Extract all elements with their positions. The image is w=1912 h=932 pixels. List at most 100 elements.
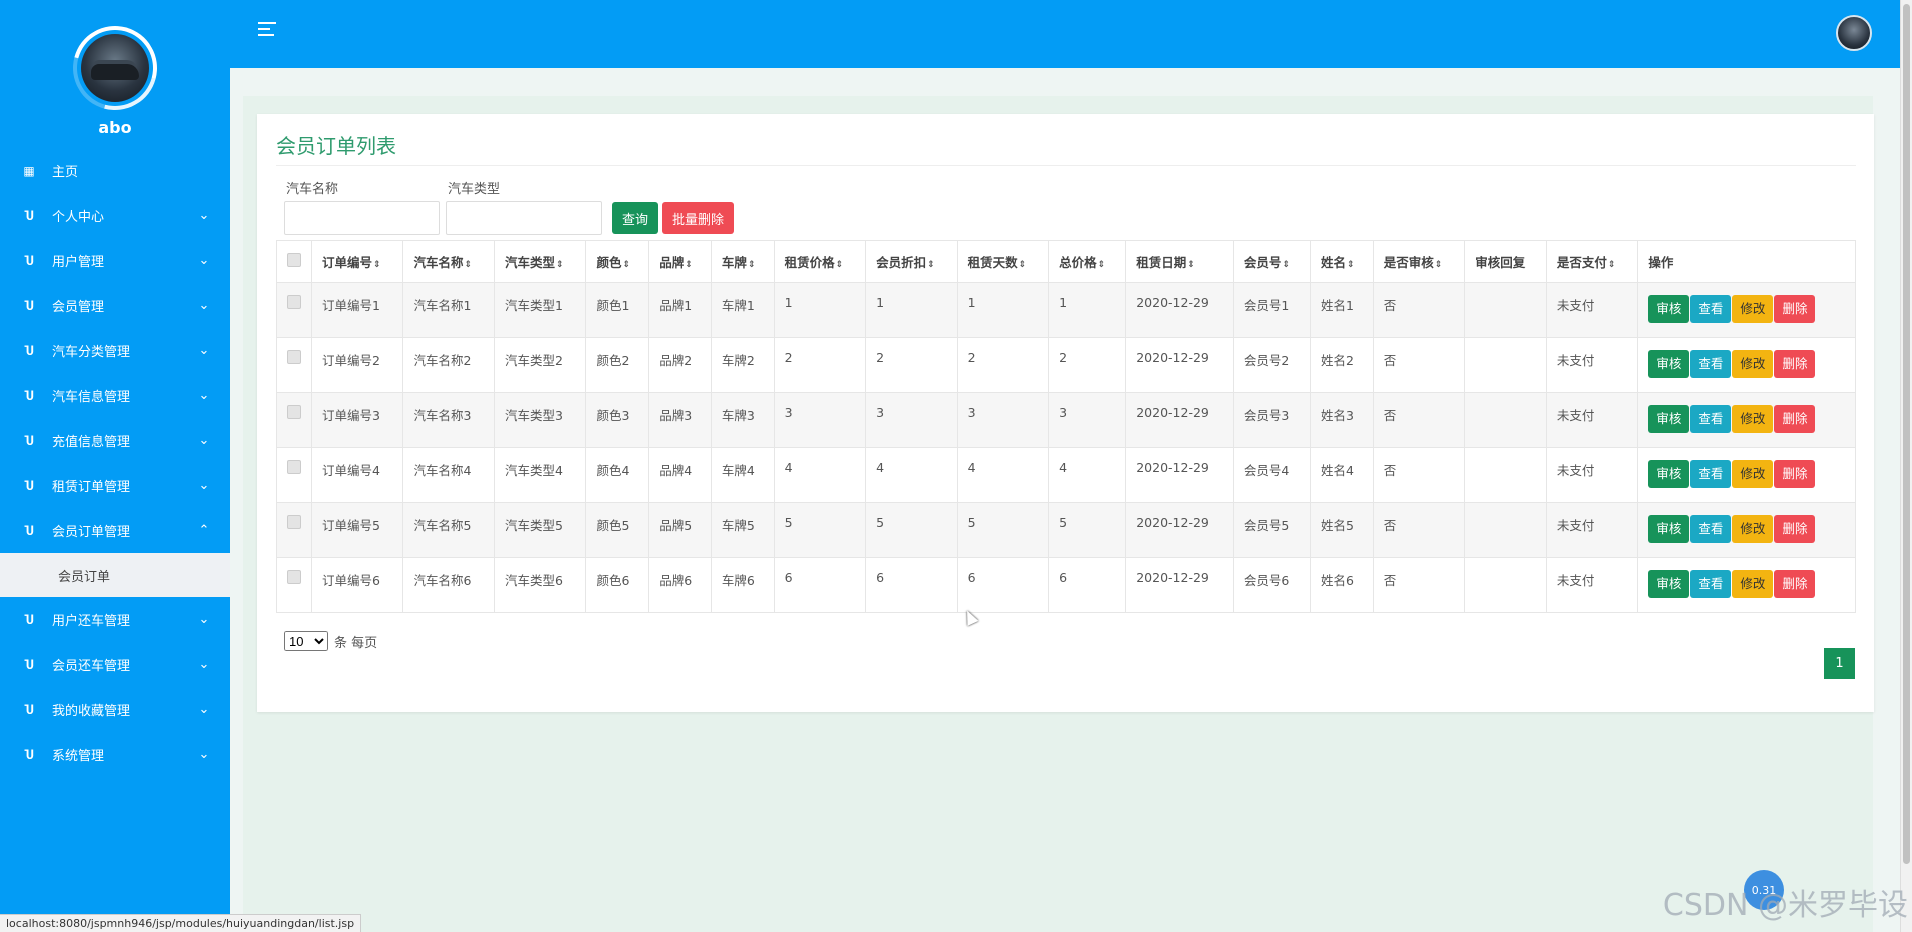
audit-button[interactable]: 审核 — [1648, 460, 1690, 488]
row-checkbox[interactable] — [287, 295, 301, 309]
sort-icon[interactable]: ⇕ — [1435, 260, 1443, 270]
table-cell: 2020-12-29 — [1125, 502, 1234, 558]
menu-icon: Ⴎ — [24, 747, 34, 762]
view-button[interactable]: 查看 — [1690, 295, 1732, 323]
sidebar-item-4[interactable]: Ⴎ 汽车分类管理 ⌄ — [0, 328, 230, 373]
edit-button[interactable]: 修改 — [1732, 570, 1774, 598]
table-cell: 4 — [956, 447, 1050, 503]
sidebar-item-3[interactable]: Ⴎ 会员管理 ⌄ — [0, 283, 230, 328]
column-header[interactable]: 车牌⇕ — [710, 240, 775, 283]
view-button[interactable]: 查看 — [1690, 350, 1732, 378]
sidebar-item-1[interactable]: Ⴎ 个人中心 ⌄ — [0, 193, 230, 238]
column-header[interactable]: 颜色⇕ — [585, 240, 650, 283]
view-button[interactable]: 查看 — [1690, 405, 1732, 433]
column-header[interactable]: 是否审核⇕ — [1372, 240, 1466, 283]
row-actions: 审核 查看 修改 删除 — [1637, 392, 1856, 448]
table-cell: 姓名5 — [1310, 502, 1374, 558]
audit-button[interactable]: 审核 — [1648, 515, 1690, 543]
edit-button[interactable]: 修改 — [1732, 405, 1774, 433]
query-button[interactable]: 查询 — [612, 202, 659, 234]
row-checkbox[interactable] — [287, 515, 301, 529]
sort-icon[interactable]: ⇕ — [927, 260, 935, 270]
column-header[interactable]: 姓名⇕ — [1310, 240, 1374, 283]
sidebar-item-11[interactable]: Ⴎ 我的收藏管理 ⌄ — [0, 687, 230, 732]
edit-button[interactable]: 修改 — [1732, 515, 1774, 543]
column-header[interactable]: 租赁天数⇕ — [956, 240, 1050, 283]
sort-icon[interactable]: ⇕ — [622, 260, 630, 270]
table-cell: 6 — [773, 557, 867, 613]
sort-icon[interactable]: ⇕ — [1019, 260, 1027, 270]
scrollbar-thumb[interactable] — [1903, 4, 1910, 864]
column-header[interactable]: 品牌⇕ — [648, 240, 712, 283]
sidebar-item-12[interactable]: Ⴎ 系统管理 ⌄ — [0, 732, 230, 777]
view-button[interactable]: 查看 — [1690, 460, 1732, 488]
table-cell: 否 — [1372, 282, 1466, 338]
column-header[interactable]: 总价格⇕ — [1048, 240, 1127, 283]
column-header[interactable]: 订单编号⇕ — [310, 240, 404, 283]
row-checkbox[interactable] — [287, 460, 301, 474]
page-button-1[interactable]: 1 — [1824, 648, 1855, 679]
submenu-item-member-orders[interactable]: 会员订单 — [0, 553, 230, 597]
edit-button[interactable]: 修改 — [1732, 460, 1774, 488]
user-avatar[interactable] — [1836, 15, 1872, 51]
sidebar-item-9[interactable]: Ⴎ 用户还车管理 ⌄ — [0, 597, 230, 642]
sort-icon[interactable]: ⇕ — [1187, 260, 1195, 270]
car-name-input[interactable] — [284, 201, 440, 235]
sidebar-item-label: 会员订单管理 — [52, 525, 131, 540]
table-cell: 未支付 — [1545, 502, 1639, 558]
audit-button[interactable]: 审核 — [1648, 350, 1690, 378]
menu-toggle-icon[interactable] — [258, 22, 278, 38]
audit-button[interactable]: 审核 — [1648, 405, 1690, 433]
edit-button[interactable]: 修改 — [1732, 295, 1774, 323]
column-header[interactable]: 汽车类型⇕ — [493, 240, 587, 283]
sort-icon[interactable]: ⇕ — [1347, 260, 1355, 270]
sort-icon[interactable]: ⇕ — [836, 260, 844, 270]
column-header[interactable]: 会员号⇕ — [1232, 240, 1312, 283]
delete-button[interactable]: 删除 — [1774, 350, 1816, 378]
sidebar-item-5[interactable]: Ⴎ 汽车信息管理 ⌄ — [0, 373, 230, 418]
sidebar-item-6[interactable]: Ⴎ 充值信息管理 ⌄ — [0, 418, 230, 463]
column-header[interactable]: 租赁日期⇕ — [1125, 240, 1234, 283]
column-header[interactable]: 是否支付⇕ — [1545, 240, 1639, 283]
page-size-select[interactable]: 102550100 — [284, 631, 328, 651]
sort-icon[interactable]: ⇕ — [1608, 260, 1616, 270]
sort-icon[interactable]: ⇕ — [685, 260, 693, 270]
column-header[interactable]: 租赁价格⇕ — [773, 240, 867, 283]
sort-icon[interactable]: ⇕ — [1098, 260, 1106, 270]
audit-button[interactable]: 审核 — [1648, 570, 1690, 598]
browser-status-bar: localhost:8080/jspmnh946/jsp/modules/hui… — [0, 914, 362, 932]
delete-button[interactable]: 删除 — [1774, 405, 1816, 433]
sidebar-item-10[interactable]: Ⴎ 会员还车管理 ⌄ — [0, 642, 230, 687]
sort-icon[interactable]: ⇕ — [1282, 260, 1290, 270]
delete-button[interactable]: 删除 — [1774, 515, 1816, 543]
sidebar-item-0[interactable]: ▦ 主页 — [0, 148, 230, 193]
row-checkbox[interactable] — [287, 405, 301, 419]
delete-button[interactable]: 删除 — [1774, 295, 1816, 323]
table-row: 订单编号3 汽车名称3 汽车类型3 颜色3 品牌3 车牌3 3 3 3 3 2020-12-29 会员… — [276, 392, 1856, 448]
row-checkbox[interactable] — [287, 570, 301, 584]
table-cell: 订单编号6 — [310, 557, 404, 613]
row-checkbox[interactable] — [287, 350, 301, 364]
sort-icon[interactable]: ⇕ — [465, 260, 473, 270]
table-cell: 汽车类型4 — [493, 447, 587, 503]
select-all-checkbox[interactable] — [287, 253, 301, 267]
view-button[interactable]: 查看 — [1690, 515, 1732, 543]
sidebar-item-2[interactable]: Ⴎ 用户管理 ⌄ — [0, 238, 230, 283]
sort-icon[interactable]: ⇕ — [748, 260, 756, 270]
column-header[interactable]: 汽车名称⇕ — [402, 240, 495, 283]
sort-icon[interactable]: ⇕ — [373, 260, 381, 270]
table-cell: 汽车类型3 — [493, 392, 587, 448]
sidebar-item-8[interactable]: Ⴎ 会员订单管理 ⌃ — [0, 508, 230, 553]
view-button[interactable]: 查看 — [1690, 570, 1732, 598]
delete-button[interactable]: 删除 — [1774, 460, 1816, 488]
car-type-input[interactable] — [446, 201, 602, 235]
page-scrollbar[interactable] — [1900, 0, 1912, 932]
sort-icon[interactable]: ⇕ — [556, 260, 564, 270]
sidebar-item-7[interactable]: Ⴎ 租赁订单管理 ⌄ — [0, 463, 230, 508]
edit-button[interactable]: 修改 — [1732, 350, 1774, 378]
batch-delete-button[interactable]: 批量删除 — [662, 202, 735, 234]
avatar[interactable] — [81, 34, 149, 102]
delete-button[interactable]: 删除 — [1774, 570, 1816, 598]
audit-button[interactable]: 审核 — [1648, 295, 1690, 323]
column-header[interactable]: 会员折扣⇕ — [865, 240, 958, 283]
